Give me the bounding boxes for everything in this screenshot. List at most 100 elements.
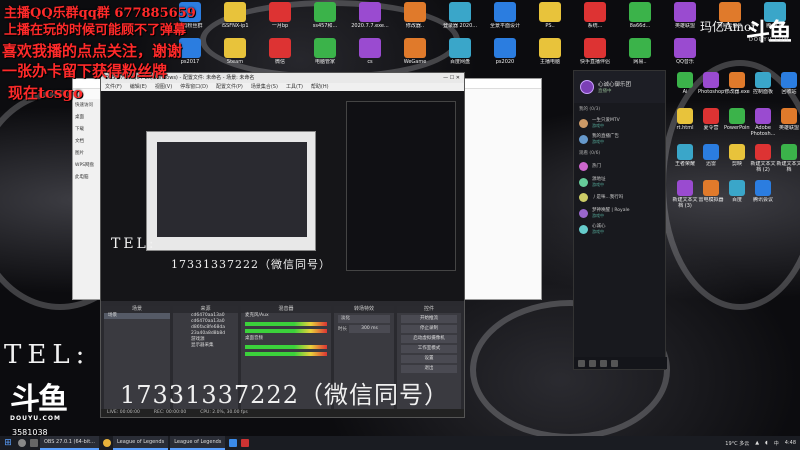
- gift-icon[interactable]: [589, 359, 596, 367]
- obs-menu-item[interactable]: 编辑(E): [130, 83, 147, 91]
- chat-user-row[interactable]: 源地址 游戏中: [574, 174, 665, 190]
- search-icon[interactable]: [16, 436, 28, 450]
- desktop-icon[interactable]: Photoshop: [698, 72, 724, 95]
- desktop-icon[interactable]: 修改器.exe: [724, 72, 750, 95]
- desktop-icon[interactable]: 英雄联盟: [776, 108, 800, 131]
- desktop-icon[interactable]: 新建文本文档 (2): [750, 144, 776, 173]
- explorer-sidebar-item[interactable]: WPS网盘: [73, 159, 103, 171]
- avatar[interactable]: [580, 80, 594, 94]
- taskbar-app-obs[interactable]: OBS 27.0.1 (64-bit...: [40, 436, 99, 450]
- obs-menu-item[interactable]: 配置文件(P): [216, 83, 243, 91]
- desktop-icon[interactable]: rt.html: [672, 108, 698, 131]
- desktop-icon[interactable]: ps2020: [483, 38, 527, 65]
- desktop-icon[interactable]: 腾讯会议: [750, 180, 776, 203]
- obs-window[interactable]: OBS 27.0.1 (64-bit, windows) - 配置文件: 未命名…: [100, 72, 465, 418]
- desktop-icon[interactable]: 百度网盘: [438, 38, 482, 65]
- desktop-icon[interactable]: iSSFNX-ip1: [213, 2, 257, 29]
- task-view-icon[interactable]: [28, 436, 40, 450]
- chat-panel[interactable]: 心诚心御乐团 直播中 我的 (0/3) 一生只爱MTV 游戏中 我的直播广告 游戏中 …: [573, 70, 667, 370]
- obs-control-button[interactable]: 开始推流: [401, 315, 457, 323]
- taskbar-app-lol[interactable]: League of Legends: [112, 436, 169, 450]
- chat-user-row[interactable]: 心诚心 游戏中: [574, 221, 665, 237]
- desktop-icon[interactable]: PS..: [528, 2, 572, 29]
- desktop-icon[interactable]: QQ音乐: [663, 38, 707, 65]
- desktop-icon[interactable]: 控制面板: [750, 72, 776, 95]
- desktop-icon[interactable]: 回收站: [776, 72, 800, 95]
- obs-menu-item[interactable]: 场景集合(S): [251, 83, 278, 91]
- desktop-icon[interactable]: 快手直播伴侣: [573, 38, 617, 65]
- clock[interactable]: 4:48: [785, 440, 796, 446]
- system-tray: 19°C 多云 ▲ ◖ 中 4:48: [725, 436, 796, 450]
- input-language[interactable]: 中: [774, 440, 779, 447]
- more-icon[interactable]: [611, 359, 618, 367]
- windows-start-icon[interactable]: ⊞: [0, 436, 16, 450]
- desktop-icon[interactable]: 网易..: [618, 38, 662, 65]
- desktop-icon[interactable]: 百度: [724, 180, 750, 203]
- chat-user-row[interactable]: 梦神唤醒 | Royale 游戏中: [574, 205, 665, 221]
- desktop-icon[interactable]: 新建文本文档 (3): [672, 180, 698, 209]
- obs-menu-item[interactable]: 停靠窗口(D): [180, 83, 208, 91]
- desktop-icon[interactable]: cs: [348, 38, 392, 65]
- chat-user-row[interactable]: 一生只爱MTV 游戏中: [574, 115, 665, 131]
- chat-user-status: 游戏中: [592, 213, 604, 218]
- obs-control-button[interactable]: 设置: [401, 355, 457, 363]
- chat-section-header[interactable]: 观看 (0/6): [574, 147, 665, 159]
- desktop-icon[interactable]: ss457和...: [303, 2, 347, 29]
- obs-menu-item[interactable]: 文件(F): [105, 83, 122, 91]
- desktop-icon[interactable]: PowerPoint: [724, 108, 750, 131]
- network-icon[interactable]: ▲: [755, 440, 759, 446]
- obs-menu-item[interactable]: 视图(V): [155, 83, 172, 91]
- obs-control-button[interactable]: 停止录制: [401, 325, 457, 333]
- streamer-badge: 玛亿Amor 斗鱼 DOUYU.COM: [700, 12, 792, 46]
- desktop-icon[interactable]: 新建文本文档: [776, 144, 800, 173]
- desktop-icon[interactable]: 8a66d...: [618, 2, 662, 29]
- window-controls[interactable]: — ☐ ✕: [443, 73, 464, 83]
- settings-icon[interactable]: [600, 359, 607, 367]
- chat-user-row[interactable]: 丿是咪...我行吗: [574, 190, 665, 205]
- explorer-sidebar-item[interactable]: 下载: [73, 123, 103, 135]
- explorer-sidebar-item[interactable]: 文档: [73, 135, 103, 147]
- desktop-icon[interactable]: 剪映: [724, 144, 750, 167]
- desktop-icon[interactable]: 系统...: [573, 2, 617, 29]
- desktop-icon[interactable]: 2020.7.7.exe...: [348, 2, 392, 29]
- obs-control-button[interactable]: 退出: [401, 365, 457, 373]
- taskbar-app-lol[interactable]: League of Legends: [170, 436, 226, 450]
- duration-input[interactable]: 300 ms: [349, 325, 390, 333]
- desktop-icon[interactable]: Adobe Photosh...: [750, 108, 776, 137]
- chat-user-row[interactable]: 我的直播广告 游戏中: [574, 131, 665, 147]
- chat-user-row[interactable]: 热门: [574, 159, 665, 174]
- scene-item[interactable]: 场景: [104, 313, 170, 319]
- volume-icon[interactable]: ◖: [765, 440, 768, 446]
- avatar: [579, 208, 588, 218]
- desktop-icon[interactable]: 修改器..: [393, 2, 437, 29]
- desktop-icon[interactable]: 微信: [258, 38, 302, 65]
- desktop-icon[interactable]: Steam: [213, 38, 257, 65]
- obs-control-button[interactable]: 工作室模式: [401, 345, 457, 353]
- chat-section-header[interactable]: 我的 (0/3): [574, 103, 665, 115]
- transition-select[interactable]: 淡化: [338, 315, 390, 323]
- desktop-icon[interactable]: 电脑管家: [303, 38, 347, 65]
- desktop-icon[interactable]: 王者荣耀: [672, 144, 698, 167]
- desktop-icon[interactable]: 登录器 2020...: [438, 2, 482, 29]
- source-item[interactable]: 显示器采集: [173, 343, 238, 349]
- obs-menu-item[interactable]: 帮助(H): [311, 83, 329, 91]
- desktop-icon[interactable]: 全景平面设计: [483, 2, 527, 29]
- obs-menu-item[interactable]: 工具(T): [286, 83, 303, 91]
- explorer-sidebar-item[interactable]: 图片: [73, 147, 103, 159]
- desktop-icon[interactable]: Ai: [672, 72, 698, 95]
- app-icon[interactable]: [239, 436, 251, 450]
- weather-status[interactable]: 19°C 多云: [725, 440, 749, 447]
- desktop-icon[interactable]: 雷电模拟器: [698, 180, 724, 203]
- desktop-icon[interactable]: 一月bp: [258, 2, 302, 29]
- explorer-sidebar-item[interactable]: 此电脑: [73, 171, 103, 183]
- explorer-sidebar-item[interactable]: 桌面: [73, 111, 103, 123]
- app-icon[interactable]: [227, 436, 239, 450]
- obs-preview[interactable]: TEL: 17331337222（微信同号）: [101, 91, 464, 301]
- emoji-icon[interactable]: [578, 359, 585, 367]
- chrome-icon[interactable]: [101, 436, 113, 450]
- obs-control-button[interactable]: 启动虚拟摄像机: [401, 335, 457, 343]
- desktop-icon[interactable]: WeGame: [393, 38, 437, 65]
- desktop-icon[interactable]: 迅雷: [698, 144, 724, 167]
- desktop-icon[interactable]: 夏令营: [698, 108, 724, 131]
- desktop-icon[interactable]: 主播电脑: [528, 38, 572, 65]
